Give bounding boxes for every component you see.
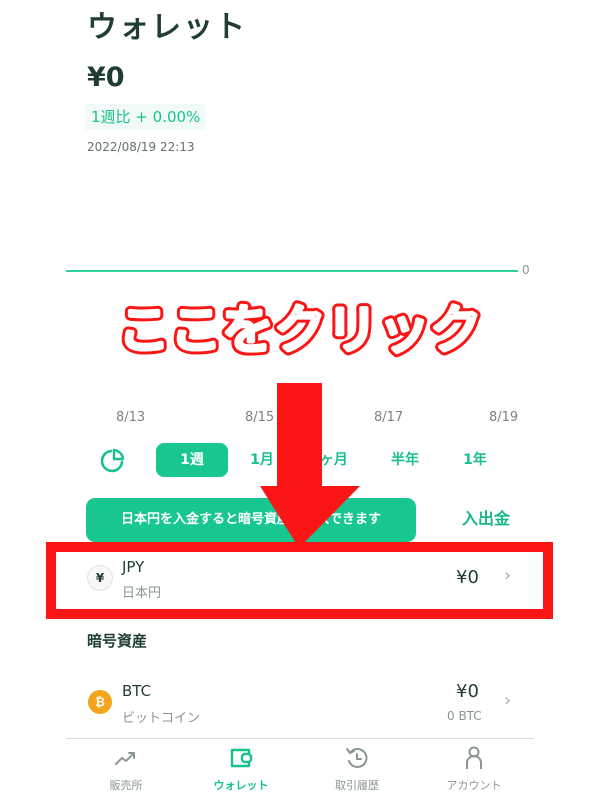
asset-quantity: 0 BTC	[447, 709, 482, 723]
nav-label: 販売所	[109, 779, 143, 792]
range-tab-1y[interactable]: 1年	[457, 443, 493, 477]
asset-amount: ¥0	[456, 681, 479, 702]
nav-tab-shop[interactable]: 販売所	[76, 745, 176, 793]
bitcoin-icon: ₿	[88, 690, 112, 714]
click-here-annotation: ここをクリック ここをクリック	[113, 298, 486, 360]
btc-asset-row[interactable]: ₿ BTC ビットコイン ¥0 0 BTC ›	[66, 678, 534, 728]
pie-chart-icon[interactable]	[100, 447, 126, 473]
deposit-prompt-banner[interactable]: 日本円を入金すると暗号資産を購入できます	[86, 498, 416, 542]
down-arrow-icon	[260, 383, 360, 548]
highlight-box	[46, 542, 553, 619]
chart-y-tick-label: 0	[522, 263, 530, 277]
weekly-change-badge: 1週比 + 0.00%	[85, 104, 207, 130]
page-title: ウォレット	[87, 10, 247, 45]
nav-label: アカウント	[446, 779, 502, 792]
chevron-right-icon: ›	[504, 690, 512, 711]
chart-series-line	[66, 270, 518, 272]
asset-symbol: BTC	[122, 682, 152, 700]
chart-x-tick-label: 8/19	[489, 410, 519, 425]
nav-divider	[66, 738, 534, 739]
person-icon	[466, 746, 482, 769]
nav-label: ウォレット	[213, 779, 269, 792]
range-tab-6m[interactable]: 半年	[385, 443, 425, 477]
wallet-icon	[230, 748, 253, 768]
trend-up-icon	[115, 752, 135, 765]
annotation-text: ここをクリック	[118, 301, 482, 360]
history-icon	[346, 748, 368, 768]
deposit-withdraw-link[interactable]: 入出金	[462, 505, 510, 529]
asset-name: ビットコイン	[122, 711, 201, 726]
nav-tab-history[interactable]: 取引履歴	[307, 745, 407, 793]
nav-tab-wallet[interactable]: ウォレット	[191, 745, 291, 793]
range-tab-1w[interactable]: 1週	[156, 443, 228, 477]
chart-x-tick-label: 8/17	[374, 410, 404, 425]
nav-label: 取引履歴	[335, 779, 379, 792]
nav-tab-account[interactable]: アカウント	[424, 745, 524, 793]
chart-x-tick-label: 8/13	[116, 410, 146, 425]
timestamp: 2022/08/19 22:13	[87, 140, 195, 154]
crypto-section-title: 暗号資産	[87, 632, 148, 650]
total-balance: ¥0	[87, 62, 125, 93]
